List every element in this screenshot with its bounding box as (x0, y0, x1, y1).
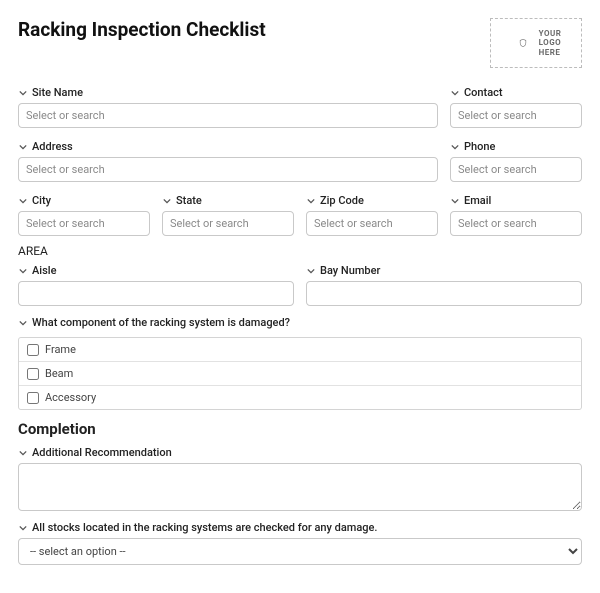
chevron-down-icon (18, 448, 28, 458)
damage-option-frame[interactable]: Frame (19, 338, 581, 361)
area-heading: AREA (18, 244, 582, 258)
bay-label[interactable]: Bay Number (306, 264, 582, 277)
address-input[interactable] (18, 157, 438, 182)
logo-text-line1: YOUR (539, 29, 562, 38)
chevron-down-icon (18, 142, 28, 152)
zip-input[interactable] (306, 211, 438, 236)
phone-label[interactable]: Phone (450, 140, 582, 153)
email-label[interactable]: Email (450, 194, 582, 207)
chevron-down-icon (18, 523, 28, 533)
stocks-checked-label-text: All stocks located in the racking system… (32, 521, 377, 534)
page-title: Racking Inspection Checklist (18, 18, 266, 41)
zip-label-text: Zip Code (320, 194, 364, 207)
contact-input[interactable] (450, 103, 582, 128)
site-name-label-text: Site Name (32, 86, 83, 99)
zip-label[interactable]: Zip Code (306, 194, 438, 207)
chevron-down-icon (162, 196, 172, 206)
stocks-checked-label[interactable]: All stocks located in the racking system… (18, 521, 582, 534)
chevron-down-icon (450, 142, 460, 152)
chevron-down-icon (306, 266, 316, 276)
email-label-text: Email (464, 194, 491, 207)
contact-label-text: Contact (464, 86, 503, 99)
logo-text-line3: HERE (539, 48, 562, 57)
phone-input[interactable] (450, 157, 582, 182)
state-label-text: State (176, 194, 202, 207)
stocks-checked-select[interactable]: -- select an option -- (18, 538, 582, 565)
damage-checkbox-accessory[interactable] (27, 392, 39, 404)
aisle-label[interactable]: Aisle (18, 264, 294, 277)
damage-checkbox-beam[interactable] (27, 368, 39, 380)
aisle-input[interactable] (18, 281, 294, 306)
address-label[interactable]: Address (18, 140, 438, 153)
address-label-text: Address (32, 140, 73, 153)
chevron-down-icon (18, 88, 28, 98)
damage-option-accessory[interactable]: Accessory (19, 385, 581, 409)
contact-label[interactable]: Contact (450, 86, 582, 99)
damage-question-text: What component of the racking system is … (32, 316, 290, 329)
recommendation-textarea[interactable] (18, 463, 582, 511)
bay-input[interactable] (306, 281, 582, 306)
chevron-down-icon (450, 196, 460, 206)
chevron-down-icon (18, 196, 28, 206)
bay-label-text: Bay Number (320, 264, 380, 277)
completion-heading: Completion (18, 420, 582, 438)
recommendation-label-text: Additional Recommendation (32, 446, 172, 459)
damage-option-beam-label: Beam (45, 367, 73, 380)
aisle-label-text: Aisle (32, 264, 56, 277)
phone-label-text: Phone (464, 140, 495, 153)
site-name-label[interactable]: Site Name (18, 86, 438, 99)
chevron-down-icon (306, 196, 316, 206)
damage-options-group: Frame Beam Accessory (18, 337, 582, 410)
damage-checkbox-frame[interactable] (27, 344, 39, 356)
recommendation-label[interactable]: Additional Recommendation (18, 446, 582, 459)
damage-question-label[interactable]: What component of the racking system is … (18, 316, 582, 329)
damage-option-accessory-label: Accessory (45, 391, 96, 404)
damage-option-frame-label: Frame (45, 343, 76, 356)
chevron-down-icon (18, 266, 28, 276)
email-input[interactable] (450, 211, 582, 236)
logo-placeholder: YOUR LOGO HERE (490, 18, 582, 68)
state-label[interactable]: State (162, 194, 294, 207)
chevron-down-icon (18, 318, 28, 328)
state-input[interactable] (162, 211, 294, 236)
city-label-text: City (32, 194, 51, 207)
chevron-down-icon (450, 88, 460, 98)
city-label[interactable]: City (18, 194, 150, 207)
shield-icon (511, 29, 535, 57)
city-input[interactable] (18, 211, 150, 236)
site-name-input[interactable] (18, 103, 438, 128)
damage-option-beam[interactable]: Beam (19, 361, 581, 385)
logo-text-line2: LOGO (539, 38, 562, 47)
